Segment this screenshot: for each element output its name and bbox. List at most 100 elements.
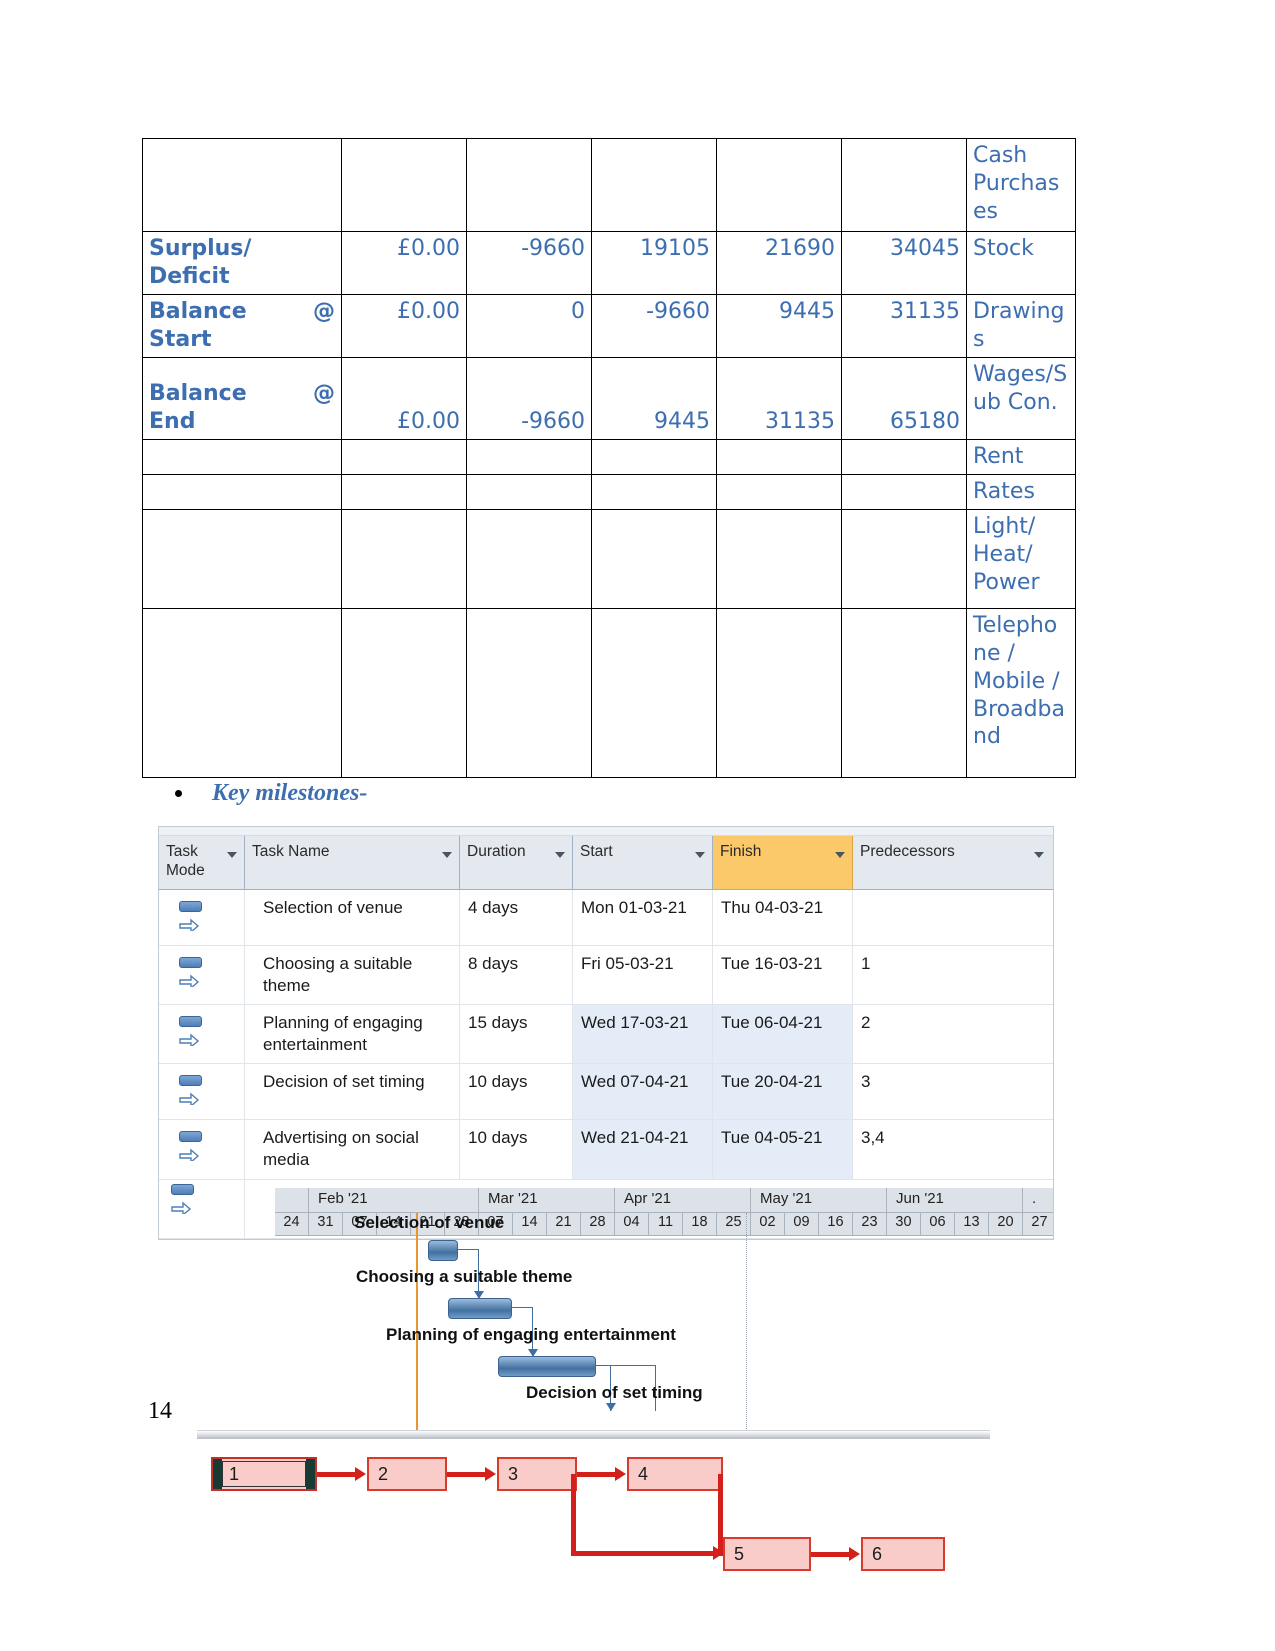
predecessors-cell[interactable]: 3,4 bbox=[853, 1120, 1051, 1178]
row-value bbox=[716, 473, 842, 510]
finish-cell[interactable]: Tue 20-04-21 bbox=[713, 1064, 853, 1120]
row-value bbox=[341, 607, 467, 778]
column-header-duration[interactable]: Duration bbox=[460, 836, 573, 889]
column-header-label: Start bbox=[580, 843, 613, 860]
chevron-down-icon[interactable] bbox=[227, 852, 237, 858]
task-name-cell[interactable]: Advertising on social media bbox=[245, 1120, 460, 1179]
start-cell[interactable]: Mon 01-03-21 bbox=[573, 890, 713, 945]
row-value bbox=[466, 508, 592, 609]
row-value: 21690 bbox=[716, 231, 842, 295]
row-label bbox=[142, 438, 342, 475]
row-value bbox=[716, 607, 842, 778]
row-value bbox=[591, 508, 717, 609]
predecessors-cell[interactable] bbox=[853, 890, 1051, 945]
table-row: Telephone / Mobile / Broadband bbox=[142, 607, 1076, 778]
category-label: Cash Purchases bbox=[966, 138, 1076, 232]
network-arrow-icon bbox=[485, 1467, 496, 1481]
task-name-cell[interactable]: Planning of engaging entertainment bbox=[245, 1005, 460, 1064]
chevron-down-icon[interactable] bbox=[695, 852, 705, 858]
gantt-bar[interactable] bbox=[448, 1298, 512, 1319]
row-label-second: Start bbox=[149, 326, 212, 352]
row-label-at: @ bbox=[313, 380, 335, 406]
row-value: 31135 bbox=[716, 356, 842, 440]
chevron-down-icon[interactable] bbox=[835, 852, 845, 858]
duration-cell[interactable]: 10 days bbox=[460, 1120, 573, 1179]
start-cell[interactable]: Wed 21-04-21 bbox=[573, 1120, 713, 1179]
start-cell[interactable]: Fri 05-03-21 bbox=[573, 946, 713, 1005]
gantt-bar-label: Selection of venue bbox=[354, 1213, 505, 1232]
column-header-start[interactable]: Start bbox=[573, 836, 713, 889]
network-node-3[interactable]: 3 bbox=[497, 1457, 577, 1491]
row-value bbox=[466, 138, 592, 232]
chevron-down-icon[interactable] bbox=[1034, 852, 1044, 858]
row-label-main: Balance bbox=[149, 380, 247, 406]
row-value: 34045 bbox=[841, 231, 967, 295]
network-node-5[interactable]: 5 bbox=[723, 1537, 811, 1571]
finish-cell[interactable]: Tue 16-03-21 bbox=[713, 946, 853, 1005]
network-link bbox=[571, 1474, 576, 1556]
duration-cell[interactable]: 8 days bbox=[460, 946, 573, 1005]
chevron-down-icon[interactable] bbox=[442, 852, 452, 858]
finish-cell[interactable]: Tue 04-05-21 bbox=[713, 1120, 853, 1179]
manually-scheduled-icon bbox=[179, 901, 205, 931]
category-label: Light/ Heat/ Power bbox=[966, 508, 1076, 609]
row-value bbox=[591, 138, 717, 232]
predecessors-cell[interactable]: 2 bbox=[853, 1005, 1051, 1063]
row-value bbox=[466, 473, 592, 510]
network-node-1[interactable]: 1 bbox=[211, 1457, 317, 1491]
column-header-task-mode[interactable]: Task Mode bbox=[159, 836, 245, 889]
table-row[interactable]: Selection of venue 4 days Mon 01-03-21 T… bbox=[159, 890, 1053, 946]
row-value bbox=[841, 473, 967, 510]
task-mode-cell[interactable] bbox=[159, 1120, 245, 1179]
task-name-cell[interactable]: Decision of set timing bbox=[245, 1064, 460, 1120]
row-label: Surplus/ Deficit bbox=[142, 231, 342, 295]
predecessors-cell[interactable]: 3 bbox=[853, 1064, 1051, 1119]
task-name-cell[interactable]: Selection of venue bbox=[245, 890, 460, 945]
row-label bbox=[142, 607, 342, 778]
task-name-cell[interactable]: Choosing a suitable theme bbox=[245, 946, 460, 1005]
finish-cell[interactable]: Thu 04-03-21 bbox=[713, 890, 853, 945]
network-arrow-icon bbox=[615, 1467, 626, 1481]
page-number: 14 bbox=[148, 1398, 172, 1424]
network-node-2[interactable]: 2 bbox=[367, 1457, 447, 1491]
task-mode-cell[interactable] bbox=[159, 946, 245, 1005]
duration-cell[interactable]: 15 days bbox=[460, 1005, 573, 1064]
row-value bbox=[341, 138, 467, 232]
task-mode-cell[interactable] bbox=[159, 890, 245, 945]
table-row: Light/ Heat/ Power bbox=[142, 508, 1076, 609]
row-value bbox=[716, 508, 842, 609]
column-header-label: Duration bbox=[467, 843, 526, 860]
category-label: Rent bbox=[966, 438, 1076, 475]
network-node-6[interactable]: 6 bbox=[861, 1537, 945, 1571]
chevron-down-icon[interactable] bbox=[555, 852, 565, 858]
category-label: Rates bbox=[966, 473, 1076, 510]
column-header-task-name[interactable]: Task Name bbox=[245, 836, 460, 889]
column-header-label: Finish bbox=[720, 843, 762, 860]
gantt-bar-label: Choosing a suitable theme bbox=[356, 1267, 573, 1286]
row-value bbox=[841, 138, 967, 232]
row-value: £0.00 bbox=[341, 293, 467, 358]
duration-cell[interactable]: 4 days bbox=[460, 890, 573, 945]
table-row[interactable]: Planning of engaging entertainment 15 da… bbox=[159, 1005, 1053, 1065]
task-mode-cell[interactable] bbox=[159, 1005, 245, 1064]
predecessors-cell[interactable]: 1 bbox=[853, 946, 1051, 1004]
column-header-label: Task Name bbox=[252, 843, 330, 860]
table-row[interactable]: Advertising on social media 10 days Wed … bbox=[159, 1120, 1053, 1180]
row-value bbox=[591, 438, 717, 475]
network-node-4[interactable]: 4 bbox=[627, 1457, 723, 1491]
column-header-finish[interactable]: Finish bbox=[713, 836, 853, 889]
table-row[interactable]: Choosing a suitable theme 8 days Fri 05-… bbox=[159, 946, 1053, 1006]
table-row[interactable]: Decision of set timing 10 days Wed 07-04… bbox=[159, 1064, 1053, 1121]
finish-cell[interactable]: Tue 06-04-21 bbox=[713, 1005, 853, 1064]
start-cell[interactable]: Wed 17-03-21 bbox=[573, 1005, 713, 1064]
task-mode-cell[interactable] bbox=[159, 1064, 245, 1120]
start-cell[interactable]: Wed 07-04-21 bbox=[573, 1064, 713, 1120]
column-header-predecessors[interactable]: Predecessors bbox=[853, 836, 1051, 889]
row-value: -9660 bbox=[466, 231, 592, 295]
gantt-bar[interactable] bbox=[428, 1240, 458, 1261]
duration-cell[interactable]: 10 days bbox=[460, 1064, 573, 1120]
row-label bbox=[142, 508, 342, 609]
row-value: 31135 bbox=[841, 293, 967, 358]
gantt-bar[interactable] bbox=[498, 1356, 596, 1377]
row-value: 65180 bbox=[841, 356, 967, 440]
